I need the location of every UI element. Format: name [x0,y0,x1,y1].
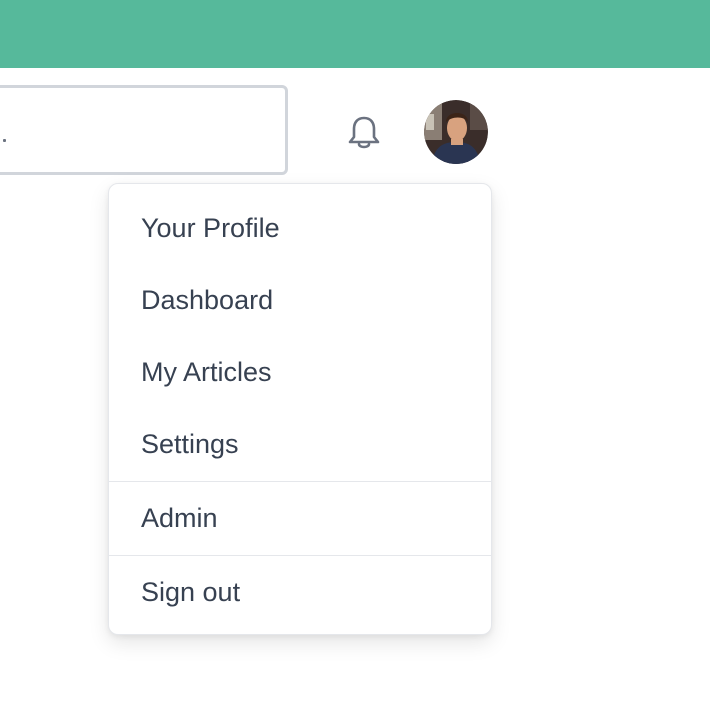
menu-item-my-articles[interactable]: My Articles [141,356,272,388]
avatar [424,100,488,164]
user-dropdown-menu: Your Profile Dashboard My Articles Setti… [108,183,492,635]
menu-divider [109,481,491,482]
menu-item-your-profile[interactable]: Your Profile [141,212,280,244]
search-icon [3,139,6,142]
menu-item-admin[interactable]: Admin [141,502,218,534]
top-navigation-bar [0,0,710,68]
notifications-button[interactable] [344,112,384,152]
menu-item-dashboard[interactable]: Dashboard [141,284,273,316]
menu-item-sign-out[interactable]: Sign out [141,576,240,608]
user-avatar-button[interactable] [424,100,488,164]
search-input[interactable] [0,85,288,175]
menu-divider [109,555,491,556]
menu-item-settings[interactable]: Settings [141,428,239,460]
bell-icon [348,116,380,149]
